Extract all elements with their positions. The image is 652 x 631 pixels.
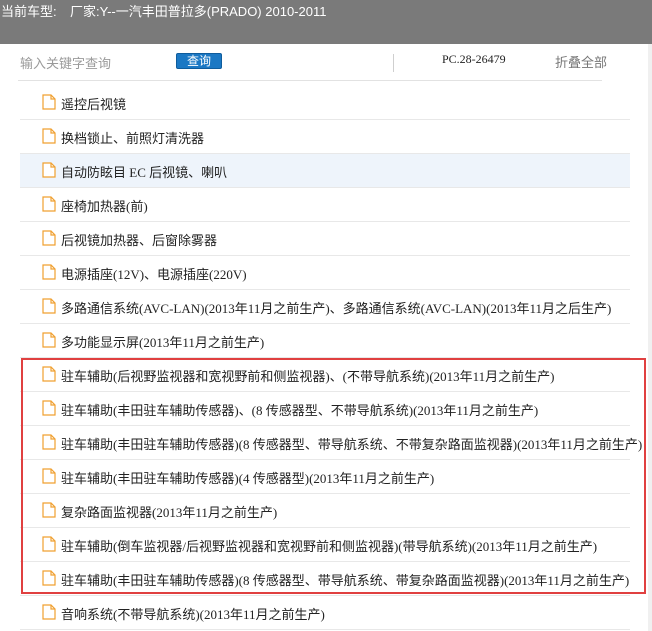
list-item-label: 驻车辅助(倒车监视器/后视野监视器和宽视野前和侧监视器)(带导航系统)(2013… (61, 539, 598, 554)
list-item[interactable]: 复杂路面监视器(2013年11月之前生产) (20, 494, 630, 528)
list-item[interactable]: 驻车辅助(丰田驻车辅助传感器)(8 传感器型、带导航系统、带复杂路面监视器)(2… (20, 562, 630, 596)
document-icon (42, 94, 56, 110)
document-icon (42, 366, 56, 382)
list-item-label: 多功能显示屏(2013年11月之前生产) (61, 335, 265, 350)
list-item-label: 自动防眩目 EC 后视镜、喇叭 (61, 165, 228, 180)
list-item-hovered[interactable]: 自动防眩目 EC 后视镜、喇叭 (20, 154, 630, 188)
document-icon (42, 128, 56, 144)
scrollbar-track[interactable] (648, 44, 652, 631)
document-icon (42, 298, 56, 314)
list-item[interactable]: 音响系统(不带导航系统)(2013年11月之前生产) (20, 596, 630, 630)
list-item[interactable]: 电源插座(12V)、电源插座(220V) (20, 256, 630, 290)
list-item[interactable]: 遥控后视镜 (20, 86, 630, 120)
document-icon (42, 468, 56, 484)
list-item-label: 座椅加热器(前) (61, 199, 148, 214)
list-item-label: 电源插座(12V)、电源插座(220V) (61, 267, 247, 282)
list-item[interactable]: 多功能显示屏(2013年11月之前生产) (20, 324, 630, 358)
list-item-label: 驻车辅助(丰田驻车辅助传感器)(8 传感器型、带导航系统、带复杂路面监视器)(2… (61, 573, 630, 588)
list-item[interactable]: 驻车辅助(丰田驻车辅助传感器)、(8 传感器型、不带导航系统)(2013年11月… (20, 392, 630, 426)
list-item[interactable]: 驻车辅助(丰田驻车辅助传感器)(4 传感器型)(2013年11月之前生产) (20, 460, 630, 494)
toolbar-divider (393, 54, 394, 72)
document-list: 遥控后视镜 换档锁止、前照灯清洗器 自动防眩目 EC 后视镜、喇叭 座椅加热器(… (20, 86, 642, 630)
list-item-label: 驻车辅助(丰田驻车辅助传感器)(4 传感器型)(2013年11月之前生产) (61, 471, 435, 486)
search-bar: 查询 PC.28-26479 折叠全部 (0, 44, 652, 84)
search-button[interactable]: 查询 (176, 53, 222, 69)
document-icon (42, 332, 56, 348)
document-icon (42, 264, 56, 280)
car-model-label: 当前车型: (1, 4, 57, 19)
collapse-all-button[interactable]: 折叠全部 (555, 52, 607, 71)
list-item[interactable]: 多路通信系统(AVC-LAN)(2013年11月之前生产)、多路通信系统(AVC… (20, 290, 630, 324)
document-icon (42, 230, 56, 246)
list-item-label: 驻车辅助(后视野监视器和宽视野前和侧监视器)、(不带导航系统)(2013年11月… (61, 369, 555, 384)
list-item-label: 遥控后视镜 (61, 97, 127, 112)
list-item-label: 音响系统(不带导航系统)(2013年11月之前生产) (61, 607, 325, 622)
list-item-label: 复杂路面监视器(2013年11月之前生产) (61, 505, 278, 520)
list-item-label: 后视镜加热器、后窗除雾器 (61, 233, 218, 248)
document-icon (42, 434, 56, 450)
document-icon (42, 162, 56, 178)
document-icon (42, 604, 56, 620)
document-icon (42, 502, 56, 518)
list-item-label: 多路通信系统(AVC-LAN)(2013年11月之前生产)、多路通信系统(AVC… (61, 301, 612, 316)
list-item[interactable]: 驻车辅助(丰田驻车辅助传感器)(8 传感器型、带导航系统、不带复杂路面监视器)(… (20, 426, 642, 460)
pc-code: PC.28-26479 (442, 52, 506, 66)
list-item-label: 驻车辅助(丰田驻车辅助传感器)(8 传感器型、带导航系统、不带复杂路面监视器)(… (61, 437, 643, 452)
list-item-label: 驻车辅助(丰田驻车辅助传感器)、(8 传感器型、不带导航系统)(2013年11月… (61, 403, 539, 418)
list-item-label: 换档锁止、前照灯清洗器 (61, 131, 205, 146)
car-model-value: 厂家:Y--一汽丰田普拉多(PRADO) 2010-2011 (70, 4, 327, 19)
list-item[interactable]: 座椅加热器(前) (20, 188, 630, 222)
search-underline (18, 80, 602, 81)
search-input[interactable] (18, 52, 172, 74)
document-icon (42, 400, 56, 416)
list-item[interactable]: 换档锁止、前照灯清洗器 (20, 120, 630, 154)
header-bar: 当前车型: 厂家:Y--一汽丰田普拉多(PRADO) 2010-2011 (0, 0, 652, 44)
list-item[interactable]: 驻车辅助(倒车监视器/后视野监视器和宽视野前和侧监视器)(带导航系统)(2013… (20, 528, 630, 562)
list-item[interactable]: 后视镜加热器、后窗除雾器 (20, 222, 630, 256)
list-item[interactable]: 驻车辅助(后视野监视器和宽视野前和侧监视器)、(不带导航系统)(2013年11月… (20, 358, 630, 392)
document-icon (42, 570, 56, 586)
document-icon (42, 196, 56, 212)
document-icon (42, 536, 56, 552)
